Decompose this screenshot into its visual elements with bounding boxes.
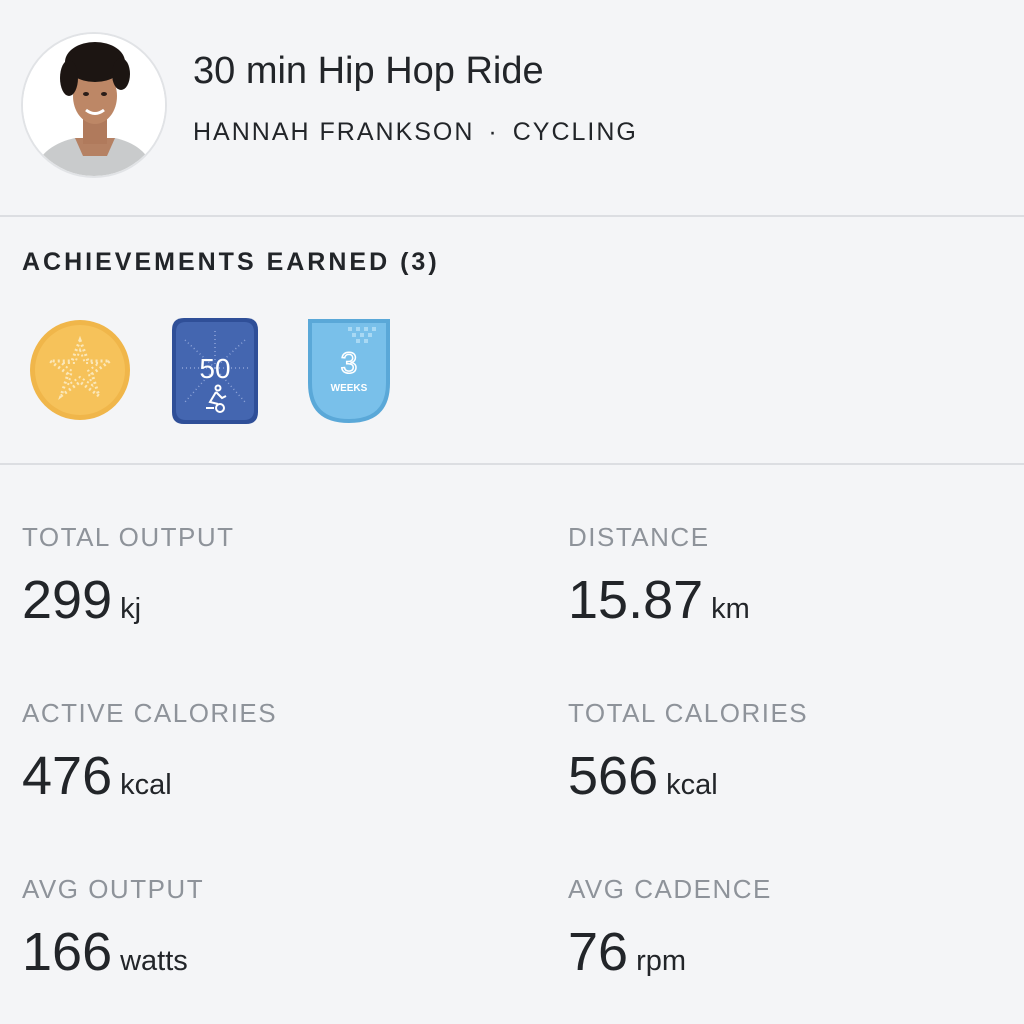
workout-title: 30 min Hip Hop Ride xyxy=(193,50,544,92)
stat-value: 476 kcal xyxy=(22,749,277,803)
stat-total-calories: TOTAL CALORIES 566 kcal xyxy=(568,698,808,803)
stat-unit: kj xyxy=(120,593,142,625)
stat-label: TOTAL OUTPUT xyxy=(22,522,235,552)
stat-value: 166 watts xyxy=(22,925,204,979)
stat-value: 76 rpm xyxy=(568,925,772,979)
stat-value: 299 kj xyxy=(22,573,235,627)
stat-number: 476 xyxy=(22,746,113,806)
workout-discipline: CYCLING xyxy=(512,118,638,146)
stat-unit: rpm xyxy=(636,945,687,977)
stat-unit: kcal xyxy=(666,769,718,801)
stat-distance: DISTANCE 15.87 km xyxy=(568,522,750,627)
star-badge-icon xyxy=(30,320,130,420)
instructor-photo-icon xyxy=(23,34,165,176)
stat-label: DISTANCE xyxy=(568,522,710,552)
stat-label: AVG OUTPUT xyxy=(22,874,205,904)
svg-text:50: 50 xyxy=(199,353,230,384)
stat-label: ACTIVE CALORIES xyxy=(22,698,278,728)
stat-number: 299 xyxy=(22,570,113,630)
workout-subtitle: HANNAH FRANKSON · CYCLING xyxy=(193,118,638,147)
stat-unit: watts xyxy=(120,945,188,977)
instructor-avatar[interactable] xyxy=(21,32,167,178)
streak-3-weeks-badge[interactable]: 3 WEEKS xyxy=(304,315,394,427)
stat-number: 76 xyxy=(568,922,629,982)
divider xyxy=(0,463,1024,465)
stat-label: AVG CADENCE xyxy=(568,874,772,904)
stat-number: 166 xyxy=(22,922,113,982)
stat-label: TOTAL CALORIES xyxy=(568,698,809,728)
svg-text:3: 3 xyxy=(341,347,358,380)
achievements-heading: ACHIEVEMENTS EARNED (3) xyxy=(22,248,440,276)
star-badge[interactable] xyxy=(28,318,132,422)
rides-50-badge[interactable]: 50 xyxy=(170,316,260,426)
workout-header: 30 min Hip Hop Ride HANNAH FRANKSON · CYCL… xyxy=(0,0,1024,216)
stat-value: 15.87 km xyxy=(568,573,750,627)
rides-50-badge-icon: 50 xyxy=(172,318,258,424)
stat-number: 15.87 xyxy=(568,570,704,630)
stat-number: 566 xyxy=(568,746,659,806)
divider xyxy=(0,215,1024,217)
stat-unit: km xyxy=(711,593,750,625)
stat-unit: kcal xyxy=(120,769,172,801)
instructor-name[interactable]: HANNAH FRANKSON xyxy=(193,118,474,146)
stat-total-output: TOTAL OUTPUT 299 kj xyxy=(22,522,235,627)
stat-active-calories: ACTIVE CALORIES 476 kcal xyxy=(22,698,277,803)
subtitle-separator: · xyxy=(488,118,499,146)
stat-value: 566 kcal xyxy=(568,749,808,803)
stat-avg-cadence: AVG CADENCE 76 rpm xyxy=(568,874,772,979)
stat-avg-output: AVG OUTPUT 166 watts xyxy=(22,874,204,979)
streak-3-weeks-badge-icon: 3 WEEKS xyxy=(308,319,390,423)
svg-text:WEEKS: WEEKS xyxy=(331,383,368,394)
